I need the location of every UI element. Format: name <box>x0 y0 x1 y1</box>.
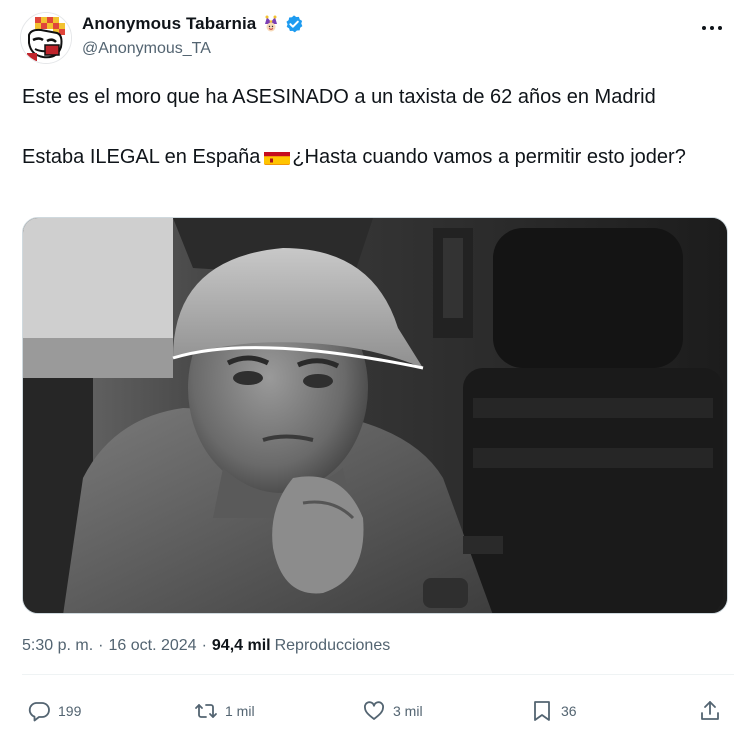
tweet-text: Este es el moro que ha ASESINADO a un ta… <box>22 82 722 172</box>
tweet-text-line-1: Este es el moro que ha ASESINADO a un ta… <box>22 86 656 108</box>
bookmark-icon <box>534 701 550 721</box>
tweet-text-before-flag: Estaba ILEGAL en España <box>22 146 261 168</box>
bookmark-button[interactable]: 36 <box>530 698 577 724</box>
tweet-time[interactable]: 5:30 p. m. <box>22 637 93 655</box>
heart-icon <box>364 701 384 720</box>
repost-icon <box>195 704 217 718</box>
views-count: 94,4 mil <box>211 637 271 654</box>
more-dot-icon <box>718 26 722 30</box>
spain-flag-icon <box>264 148 291 165</box>
more-dot-icon <box>702 26 706 30</box>
tweet-card: Anonymous Tabarnia @Anonymous_TA Este es… <box>0 0 734 731</box>
author-name-row: Anonymous Tabarnia <box>82 13 304 35</box>
tweet-media-photo[interactable] <box>22 217 728 614</box>
reply-count: 199 <box>58 703 82 719</box>
jester-emoji-icon <box>262 15 280 33</box>
meta-separator: · <box>201 637 207 654</box>
tweet-text-paragraph-2: Estaba ILEGAL en España ¿Hasta cuando vam… <box>22 142 722 172</box>
like-count: 3 mil <box>393 703 423 719</box>
repost-button[interactable]: 1 mil <box>194 698 255 724</box>
reply-icon <box>28 702 50 722</box>
views-label: Reproducciones <box>274 637 391 654</box>
share-button[interactable] <box>698 698 722 724</box>
share-icon <box>701 701 719 720</box>
more-dot-icon <box>710 26 714 30</box>
author-display-name[interactable]: Anonymous Tabarnia <box>82 14 256 34</box>
tweet-text-after-flag: ¿Hasta cuando vamos a permitir esto jode… <box>292 146 686 168</box>
author-info: Anonymous Tabarnia @Anonymous_TA <box>82 13 304 58</box>
photo-image <box>23 218 727 613</box>
meta-separator: · <box>98 637 104 654</box>
bookmark-count: 36 <box>561 703 577 719</box>
verified-badge-icon <box>284 14 304 34</box>
tweet-date[interactable]: 16 oct. 2024 <box>108 637 196 655</box>
author-handle[interactable]: @Anonymous_TA <box>82 40 304 58</box>
author-avatar[interactable] <box>20 12 72 64</box>
divider <box>22 674 734 675</box>
more-options-button[interactable] <box>700 18 724 38</box>
reply-button[interactable]: 199 <box>27 698 81 724</box>
tweet-meta: 5:30 p. m. · 16 oct. 2024 · 94,4 mil Rep… <box>22 637 390 655</box>
like-button[interactable]: 3 mil <box>362 698 423 724</box>
repost-count: 1 mil <box>225 703 255 719</box>
